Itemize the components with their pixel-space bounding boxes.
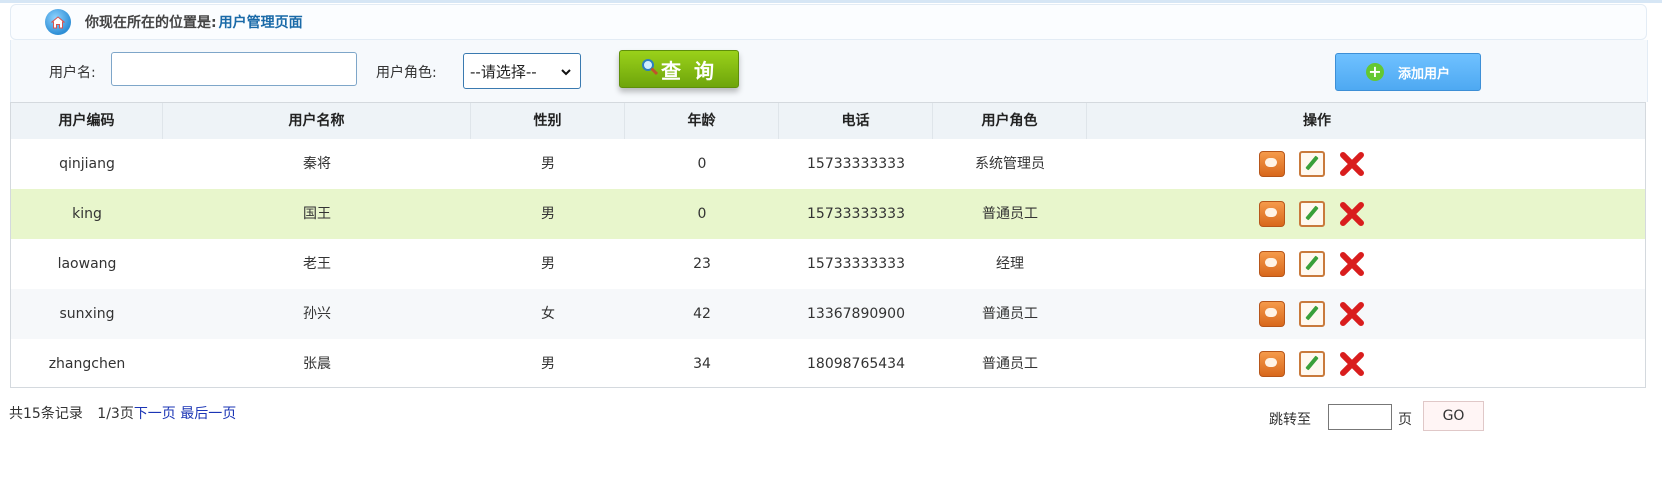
cell-code: laowang [57, 256, 117, 272]
cell-role: 经理 [996, 256, 1024, 272]
table-row: laowang 老王 男 23 15733333333 经理 [11, 239, 1645, 289]
edit-icon[interactable] [1299, 201, 1325, 227]
cell-name: 秦将 [303, 156, 331, 172]
page-indicator: 1/3页 [97, 406, 134, 422]
add-user-button[interactable]: + 添加用户 [1335, 53, 1481, 91]
view-icon[interactable] [1259, 201, 1285, 227]
cell-age: 0 [697, 156, 707, 172]
cell-phone: 15733333333 [807, 256, 905, 272]
cell-role: 普通员工 [982, 206, 1038, 222]
top-border [0, 0, 1662, 3]
cell-gender: 男 [541, 356, 555, 372]
home-icon [45, 9, 71, 35]
cell-age: 23 [693, 256, 711, 272]
edit-icon[interactable] [1299, 151, 1325, 177]
cell-code: zhangchen [48, 356, 126, 372]
cell-age: 0 [697, 206, 707, 222]
add-user-label: 添加用户 [1397, 66, 1450, 82]
header-gender: 性别 [471, 103, 625, 139]
header-name: 用户名称 [163, 103, 471, 139]
username-label: 用户名: [49, 65, 96, 81]
cell-role: 普通员工 [982, 356, 1038, 372]
cell-phone: 13367890900 [807, 306, 905, 322]
table-row: sunxing 孙兴 女 42 13367890900 普通员工 [11, 289, 1645, 339]
delete-icon[interactable] [1339, 151, 1365, 181]
delete-icon[interactable] [1339, 201, 1365, 231]
query-button-label: 查 询 [661, 58, 717, 83]
cell-code: king [72, 206, 102, 222]
table-row: king 国王 男 0 15733333333 普通员工 [11, 189, 1645, 239]
cell-role: 普通员工 [982, 306, 1038, 322]
table-row: zhangchen 张晨 男 34 18098765434 普通员工 [11, 339, 1645, 389]
header-age: 年龄 [625, 103, 779, 139]
query-button[interactable]: 查 询 [619, 50, 739, 88]
cell-code: qinjiang [59, 156, 115, 172]
view-icon[interactable] [1259, 351, 1285, 377]
total-records: 共15条记录 [9, 406, 83, 422]
cell-gender: 女 [541, 306, 555, 322]
next-page-link[interactable]: 下一页 [134, 406, 176, 422]
cell-age: 42 [693, 306, 711, 322]
cell-age: 34 [693, 356, 711, 372]
table-row: qinjiang 秦将 男 0 15733333333 系统管理员 [11, 139, 1645, 189]
chevron-down-icon [560, 64, 572, 82]
role-select[interactable]: --请选择-- [463, 53, 581, 89]
breadcrumb: 你现在所在的位置是: 用户管理页面 [10, 4, 1647, 40]
cell-name: 国王 [303, 206, 331, 222]
cell-name: 孙兴 [303, 306, 331, 322]
user-table: 用户编码 用户名称 性别 年龄 电话 用户角色 操作 qinjiang 秦将 男… [10, 102, 1646, 388]
cell-phone: 15733333333 [807, 206, 905, 222]
delete-icon[interactable] [1339, 301, 1365, 331]
breadcrumb-prefix: 你现在所在的位置是: [85, 15, 217, 31]
cell-gender: 男 [541, 156, 555, 172]
jump-page-input[interactable] [1328, 404, 1392, 430]
cell-name: 老王 [303, 256, 331, 272]
cell-code: sunxing [59, 306, 115, 322]
cell-role: 系统管理员 [975, 156, 1045, 172]
go-button[interactable]: GO [1423, 401, 1484, 431]
edit-icon[interactable] [1299, 351, 1325, 377]
edit-icon[interactable] [1299, 301, 1325, 327]
table-header: 用户编码 用户名称 性别 年龄 电话 用户角色 操作 [11, 103, 1645, 139]
role-label: 用户角色: [376, 65, 437, 81]
username-input[interactable] [111, 52, 357, 86]
page-unit-label: 页 [1398, 412, 1412, 428]
header-code: 用户编码 [11, 103, 163, 139]
header-phone: 电话 [779, 103, 933, 139]
header-actions: 操作 [1303, 113, 1331, 129]
breadcrumb-location[interactable]: 用户管理页面 [219, 12, 303, 32]
header-role: 用户角色 [933, 103, 1087, 139]
cell-gender: 男 [541, 206, 555, 222]
magnifier-icon [641, 57, 659, 81]
cell-phone: 18098765434 [807, 356, 905, 372]
edit-icon[interactable] [1299, 251, 1325, 277]
last-page-link[interactable]: 最后一页 [180, 406, 236, 422]
view-icon[interactable] [1259, 301, 1285, 327]
cell-gender: 男 [541, 256, 555, 272]
view-icon[interactable] [1259, 151, 1285, 177]
search-bar: 用户名: 用户角色: --请选择-- 查 询 + 添加用户 [10, 40, 1648, 102]
jump-label: 跳转至 [1269, 412, 1311, 428]
role-select-value: --请选择-- [470, 62, 537, 81]
plus-circle-icon: + [1365, 63, 1384, 81]
pagination-info: 共15条记录 1/3页下一页 最后一页 [9, 403, 236, 423]
delete-icon[interactable] [1339, 251, 1365, 281]
view-icon[interactable] [1259, 251, 1285, 277]
delete-icon[interactable] [1339, 351, 1365, 381]
cell-phone: 15733333333 [807, 156, 905, 172]
cell-name: 张晨 [303, 356, 331, 372]
